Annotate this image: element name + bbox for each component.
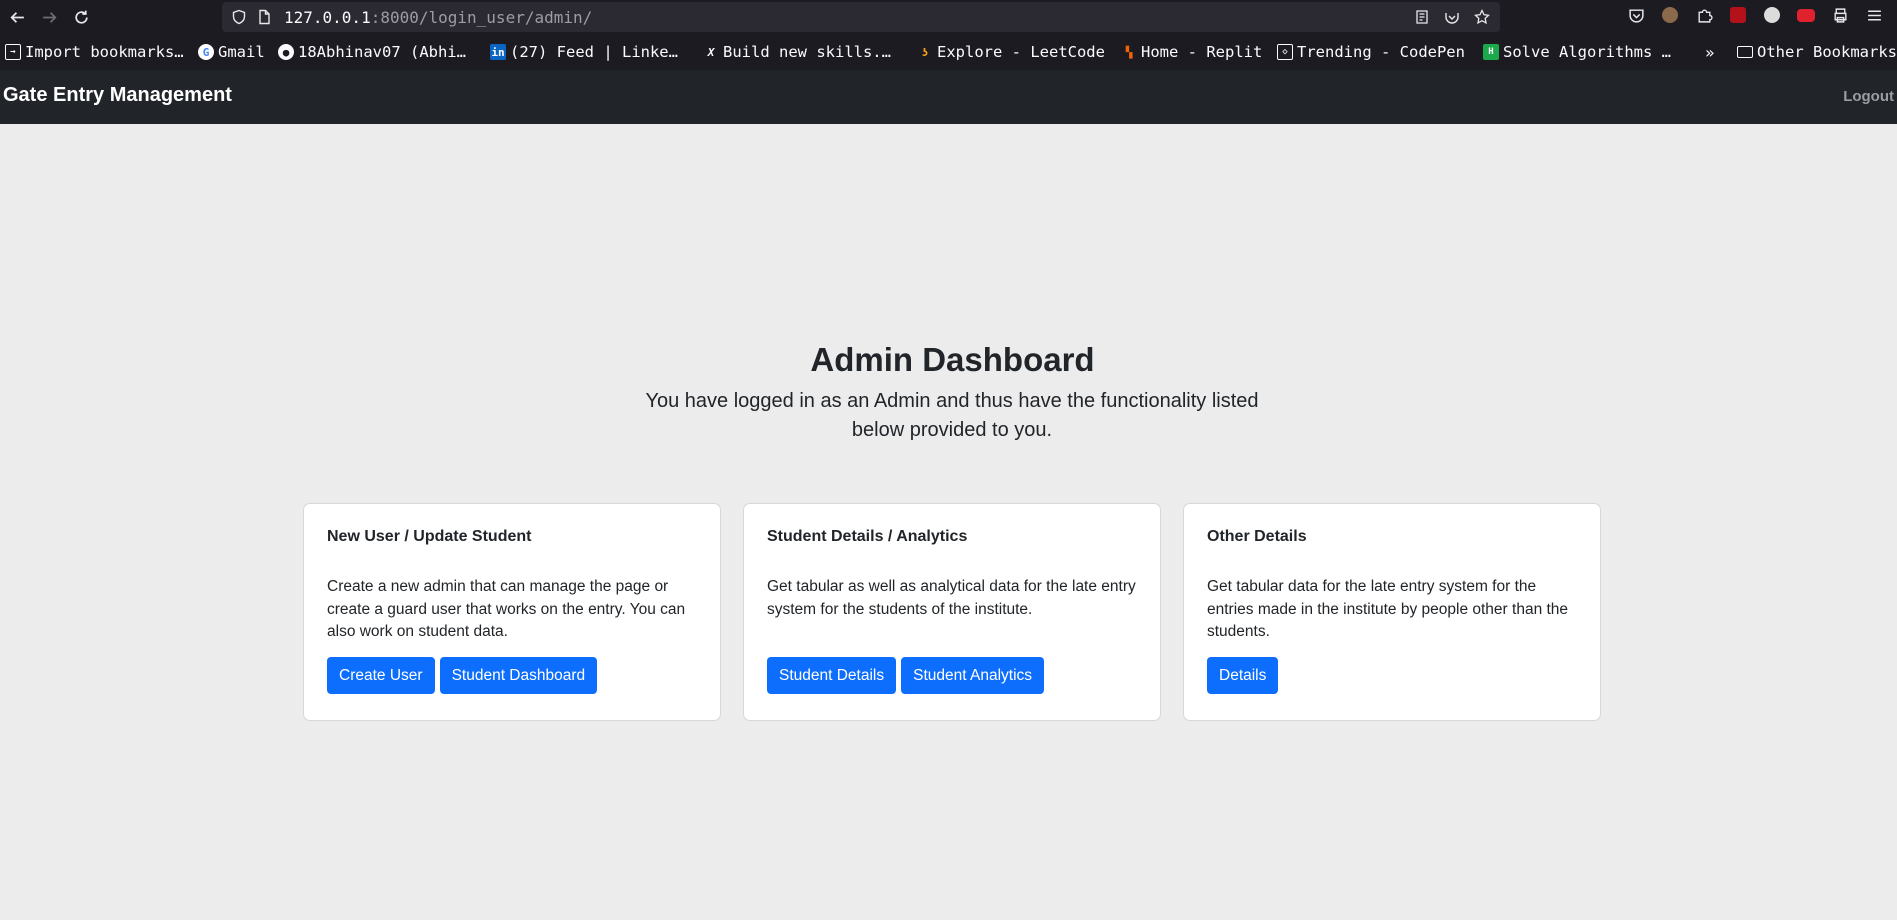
create-user-button[interactable]: Create User [327,657,435,694]
bookmark-label: Build new skills.… [723,43,891,61]
url-host: 127.0.0.1 [284,7,371,27]
arrow-right-icon [42,11,57,23]
app-navbar: Gate Entry Management Logout [0,70,1897,124]
shield-icon[interactable] [229,7,249,27]
bookmark-label: (27) Feed | Linke… [510,43,678,61]
details-button[interactable]: Details [1207,657,1279,694]
youtube-extension-icon[interactable] [1795,4,1817,26]
google-icon: G [198,44,214,60]
other-bookmarks[interactable]: Other Bookmarks [1737,43,1897,61]
reload-icon [74,10,88,24]
hackerrank-icon: H [1483,44,1499,60]
arrow-left-icon [9,11,24,23]
brand-link[interactable]: Gate Entry Management [3,84,232,107]
back-button[interactable] [2,2,32,32]
pocket-save-icon[interactable] [1442,7,1462,27]
codepen-icon: ◇ [1277,44,1293,60]
card-text: Get tabular as well as analytical data f… [767,578,1136,618]
url-text[interactable]: 127.0.0.1:8000/login_user/admin/ [284,8,592,27]
page-icon[interactable] [254,7,274,27]
bookmark-label: Explore - LeetCode [937,43,1105,61]
import-icon: → [5,44,21,60]
card-text: Create a new admin that can manage the p… [327,578,686,640]
address-bar[interactable]: 127.0.0.1:8000/login_user/admin/ [222,2,1500,32]
bookmark-codepen[interactable]: ◇ Trending - CodePen [1277,43,1465,61]
reload-button[interactable] [66,2,96,32]
card-other-details: Other Details Get tabular data for the l… [1183,503,1601,721]
pocket-icon[interactable] [1625,4,1647,26]
replit-icon: ▚ [1125,45,1133,59]
bookmark-label: Gmail [218,43,265,61]
bookmark-github[interactable]: ● 18Abhinav07 (Abhi… [278,43,466,61]
card-title: Other Details [1207,528,1307,545]
bookmark-label: Solve Algorithms … [1503,43,1671,61]
url-path: :8000/login_user/admin/ [370,7,593,27]
bookmark-label: Home - Replit [1141,43,1263,61]
extensions-puzzle-icon[interactable] [1693,4,1715,26]
bookmark-label: 18Abhinav07 (Abhi… [298,43,466,61]
menu-hamburger-icon[interactable] [1863,4,1885,26]
student-analytics-button[interactable]: Student Analytics [901,657,1045,694]
folder-icon [1737,46,1753,58]
bookmark-hackerrank[interactable]: H Solve Algorithms … [1483,43,1671,61]
card-new-user: New User / Update Student Create a new a… [303,503,721,721]
bookmark-gmail[interactable]: G Gmail [198,43,265,61]
card-title: Student Details / Analytics [767,528,968,545]
bookmark-star-icon[interactable] [1472,7,1492,27]
bookmarks-bar: → Import bookmarks… G Gmail ● 18Abhinav0… [0,34,1897,70]
bookmark-leetcode[interactable]: ʖ Explore - LeetCode [917,43,1105,61]
card-title: New User / Update Student [327,528,532,545]
extension-ball-icon[interactable] [1761,4,1783,26]
card-text: Get tabular data for the late entry syst… [1207,578,1569,640]
x-icon: X [707,45,715,59]
chevron-overflow-icon[interactable]: » [1705,43,1715,62]
card-student-details: Student Details / Analytics Get tabular … [743,503,1161,721]
page-title: Admin Dashboard [810,341,1095,378]
printer-icon[interactable] [1829,4,1851,26]
logout-link[interactable]: Logout [1843,88,1894,105]
bookmark-replit[interactable]: ▚ Home - Replit [1121,43,1263,61]
other-bookmarks-label: Other Bookmarks [1757,43,1897,61]
page-subtitle: You have logged in as an Admin and thus … [645,390,1259,441]
bookmark-label: Trending - CodePen [1297,43,1465,61]
student-details-button[interactable]: Student Details [767,657,897,694]
profile-avatar-icon[interactable] [1659,4,1681,26]
forward-button[interactable] [34,2,64,32]
github-icon: ● [278,44,294,60]
student-dashboard-button[interactable]: Student Dashboard [439,657,598,694]
bookmark-linkedin[interactable]: in (27) Feed | Linke… [490,43,678,61]
linkedin-icon: in [490,44,506,60]
leetcode-icon: ʖ [921,45,929,59]
ublock-icon[interactable] [1727,4,1749,26]
bookmark-build-skills[interactable]: X Build new skills.… [703,43,891,61]
bookmark-label: Import bookmarks… [25,43,184,61]
bookmark-import[interactable]: → Import bookmarks… [5,43,184,61]
reader-view-icon[interactable] [1412,7,1432,27]
browser-toolbar: 127.0.0.1:8000/login_user/admin/ [0,0,1897,34]
